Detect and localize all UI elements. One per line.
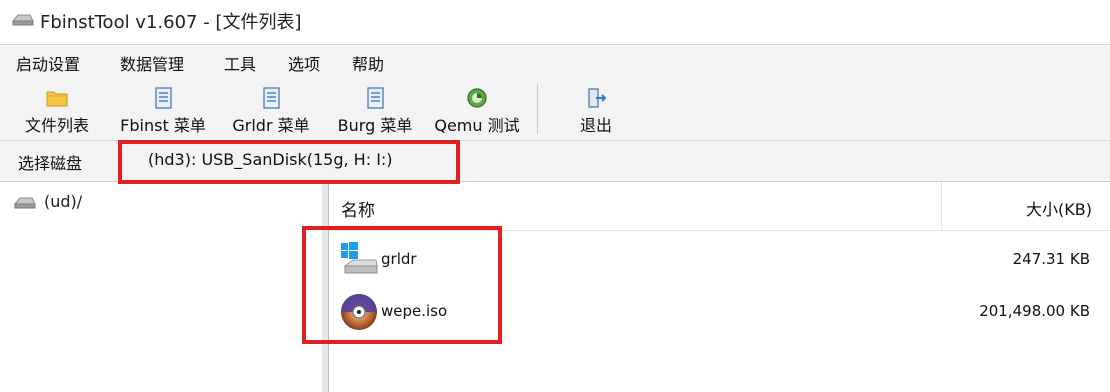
qemu-test-label: Qemu 测试 [434, 116, 520, 135]
file-list-button[interactable]: 文件列表 [14, 80, 100, 138]
menu-bar: 启动设置 数据管理 工具 选项 帮助 [0, 44, 1110, 79]
grldr-menu-button[interactable]: Grldr 菜单 [222, 80, 320, 138]
menu-boot-settings[interactable]: 启动设置 [16, 51, 80, 75]
menu-tools[interactable]: 工具 [224, 51, 256, 75]
file-size: 201,498.00 KB [979, 302, 1090, 320]
column-header-name[interactable]: 名称 [341, 196, 375, 221]
directory-tree: (ud)/ [0, 182, 323, 392]
qemu-icon [467, 88, 487, 108]
exit-button[interactable]: 退出 [566, 80, 626, 138]
menu-options[interactable]: 选项 [288, 51, 320, 75]
drive-icon [14, 197, 36, 208]
annotation-highlight-disk [118, 140, 460, 184]
tree-item-root[interactable]: (ud)/ [14, 192, 82, 211]
menu-help[interactable]: 帮助 [352, 51, 384, 75]
window-title: FbinstTool v1.607 - [文件列表] [40, 12, 302, 33]
menu-data-management[interactable]: 数据管理 [120, 51, 184, 75]
grldr-menu-label: Grldr 菜单 [232, 116, 310, 135]
select-disk-label: 选择磁盘 [18, 154, 83, 173]
list-header: 名称 大小(KB) [329, 182, 1110, 231]
qemu-test-button[interactable]: Qemu 测试 [428, 80, 526, 138]
burg-menu-button[interactable]: Burg 菜单 [330, 80, 420, 138]
file-list-label: 文件列表 [24, 116, 89, 135]
column-header-size[interactable]: 大小(KB) [1026, 196, 1092, 220]
annotation-highlight-files [302, 226, 502, 344]
column-separator[interactable] [941, 182, 942, 230]
fbinst-menu-label: Fbinst 菜单 [120, 116, 206, 135]
folder-icon [46, 91, 68, 107]
exit-label: 退出 [579, 116, 612, 135]
drive-icon [12, 14, 34, 26]
file-size: 247.31 KB [1012, 250, 1090, 268]
toolbar: 文件列表 Fbinst 菜单 Grldr 菜单 Burg 菜单 Qemu 测试 … [0, 78, 1110, 141]
burg-menu-label: Burg 菜单 [337, 116, 413, 135]
document-icon [367, 87, 384, 109]
title-bar: FbinstTool v1.607 - [文件列表] [0, 0, 1110, 40]
document-icon [155, 87, 172, 109]
tree-item-label: (ud)/ [44, 192, 83, 211]
toolbar-separator [537, 84, 538, 134]
fbinst-menu-button[interactable]: Fbinst 菜单 [112, 80, 214, 138]
document-icon [263, 87, 280, 109]
exit-icon [588, 88, 607, 108]
